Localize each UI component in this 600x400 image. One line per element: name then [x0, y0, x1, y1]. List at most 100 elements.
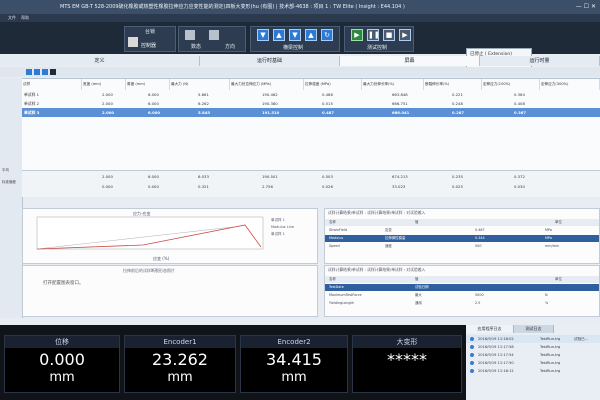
- result-row[interactable]: MaximumTestForce 最大 5000 N: [325, 292, 599, 299]
- col-header: 值: [415, 220, 419, 224]
- manual-control-label: 横梁控制: [283, 45, 304, 51]
- col-header[interactable]: 拉伸强度 (MPa): [304, 79, 362, 90]
- status-icon: [185, 30, 195, 40]
- cell: 190.380: [262, 101, 278, 106]
- col-header[interactable]: 定伸应力(100%): [482, 79, 540, 90]
- cell: 674.213: [392, 174, 408, 179]
- row-name: 单试样 2: [24, 101, 40, 106]
- cell: 0.221: [452, 92, 463, 97]
- chart2-message[interactable]: 打开配置图表窗口。: [43, 280, 84, 286]
- stop-icon[interactable]: ■: [383, 29, 395, 41]
- controller-button[interactable]: 控制器: [141, 42, 156, 49]
- info-icon: [470, 337, 474, 341]
- row-name: 单试样 3: [24, 110, 40, 115]
- table-row-selected[interactable]: 单试样 3 2.000 6.000 5.845 191.510 0.487 66…: [22, 108, 600, 117]
- meter-value: *****: [387, 350, 427, 369]
- stats-row-std: 0.000 0.000 0.321 2.756 0.026 33.023 0.0…: [22, 182, 600, 191]
- log-time: 2016/9/19 11:17:58: [478, 345, 514, 349]
- result-row[interactable]: Speed 速度 500 mm/min: [325, 243, 599, 250]
- cell: 0.025: [452, 184, 463, 189]
- cell: 0.364: [514, 92, 525, 97]
- reset-icon[interactable]: ↻: [321, 29, 333, 41]
- col-header: 值: [415, 277, 419, 281]
- pause-icon[interactable]: ❚❚: [367, 29, 380, 41]
- cell: 190.501: [262, 174, 278, 179]
- cell: 速度: [385, 244, 392, 248]
- toolbar: 台锁 控制器 数态 方向 ▼ ▲ ▼ ▲ ↻ 横梁控制 ▶ ❚❚ ■ ▶ 测试控…: [0, 22, 600, 72]
- col-header[interactable]: 试样: [22, 79, 82, 90]
- meter-name: Encoder1: [125, 336, 235, 348]
- jog-up-icon[interactable]: ▲: [273, 29, 285, 41]
- col-header[interactable]: 定伸应力(300%): [540, 79, 600, 90]
- col-header[interactable]: 宽度 (mm): [82, 79, 126, 90]
- chart2-title: 拉伸前后的试样断裂形态照片: [123, 268, 175, 273]
- tab-runtime-basic[interactable]: 运行时基础: [200, 56, 340, 66]
- info-icon: [470, 369, 474, 373]
- cell: 0.000: [148, 184, 159, 189]
- col-header[interactable]: 最大力处伸长率(%): [362, 79, 424, 90]
- table-row[interactable]: 单试样 1 2.000 6.000 5.861 190.462 0.486 66…: [22, 90, 600, 99]
- meter-value: 0.000: [39, 350, 85, 369]
- log-event: TestRun.trg: [540, 345, 561, 349]
- cell: YieldingLength: [329, 301, 355, 305]
- col-header[interactable]: 最大力 (N): [170, 79, 230, 90]
- grid-icon[interactable]: [34, 69, 40, 75]
- stress-strain-chart: 应力-应变 应变 (%) 单试样 1 Modulus Line 单试样 1: [36, 210, 294, 261]
- meter-unit: mm: [281, 370, 307, 385]
- result-row-selected[interactable]: TestDate 试验日期: [325, 284, 599, 291]
- meter-unit: mm: [49, 370, 75, 385]
- return-icon[interactable]: ▼: [289, 29, 301, 41]
- col-header[interactable]: 厚度 (mm): [126, 79, 170, 90]
- step-icon[interactable]: ▶: [399, 29, 411, 41]
- cell: 666.041: [392, 110, 410, 115]
- cell: 最大: [415, 293, 422, 297]
- chart-icon[interactable]: [42, 69, 48, 75]
- menu-file[interactable]: 文件: [8, 15, 16, 20]
- log-row[interactable]: 2016/9/19 11:16:12 TestRun.trg: [466, 367, 600, 375]
- cell: 0.287: [452, 110, 465, 115]
- cell: 191.510: [262, 110, 280, 115]
- meter-value: 23.262: [152, 350, 208, 369]
- tab-screen[interactable]: 屏幕: [340, 56, 480, 66]
- cell: 应变: [385, 228, 392, 232]
- legend-item: 单试样 1: [271, 217, 285, 222]
- log-row[interactable]: 2016/9/19 11:17:50 TestRun.trg: [466, 359, 600, 367]
- tab-test-log[interactable]: 测试日志: [514, 325, 554, 333]
- menu-help[interactable]: 帮助: [21, 15, 29, 20]
- window-controls[interactable]: — ☐ ✕: [576, 0, 596, 14]
- table-row[interactable]: 单试样 2 2.000 6.000 6.262 190.380 0.515 66…: [22, 99, 600, 108]
- cell: 0.372: [514, 174, 525, 179]
- cell: 5.845: [198, 110, 211, 115]
- cell: 0.000: [102, 184, 113, 189]
- direction-icon: [209, 30, 219, 40]
- result-title: 试样计算结果/单试样 : 试样计算结果/单试样 : 对试验输入: [328, 267, 426, 272]
- cell: 拉伸弹性模量: [385, 236, 406, 240]
- controller-icon: [128, 37, 138, 47]
- meter-large-deformation: 大变形 *****: [352, 335, 462, 393]
- result-row[interactable]: YieldingLength 通用 2.5 %: [325, 300, 599, 307]
- fast-up-icon[interactable]: ▲: [305, 29, 317, 41]
- log-row[interactable]: 2016/9/19 11:17:54 TestRun.trg: [466, 351, 600, 359]
- tab-app-log[interactable]: 应用程序日志: [466, 325, 514, 333]
- menu-bar: 文件 帮助: [0, 14, 600, 22]
- info-icon: [470, 361, 474, 365]
- chart-title: 应力-应变: [133, 210, 150, 216]
- tab-runtime-quantity[interactable]: 运行时量: [480, 56, 600, 66]
- log-event: TestRun.trg: [540, 337, 561, 341]
- layout-icon[interactable]: [26, 69, 32, 75]
- log-row[interactable]: 2016/9/19 11:17:58 TestRun.trg: [466, 343, 600, 351]
- log-row[interactable]: 2016/9/19 11:18:02 TestRun.trg 试验已...: [466, 335, 600, 343]
- info-icon: [470, 345, 474, 349]
- cell: mm/min: [545, 244, 560, 248]
- col-header[interactable]: 最大力处拉伸应力 (MPa): [230, 79, 304, 90]
- meter-encoder2: Encoder2 34.415 mm: [240, 335, 348, 393]
- play-icon[interactable]: ▶: [351, 29, 363, 41]
- cell: StrainField: [329, 228, 347, 232]
- view-icon[interactable]: [50, 69, 56, 75]
- result-row-selected[interactable]: Modulus 拉伸弹性模量 0.344 MPa: [325, 235, 599, 242]
- result-row[interactable]: StrainField 应变 0.487 MPa: [325, 227, 599, 234]
- jog-down-icon[interactable]: ▼: [257, 29, 269, 41]
- col-header[interactable]: 断裂伸长率(%): [424, 79, 482, 90]
- tab-define[interactable]: 定义: [0, 56, 200, 66]
- log-time: 2016/9/19 11:17:50: [478, 361, 514, 365]
